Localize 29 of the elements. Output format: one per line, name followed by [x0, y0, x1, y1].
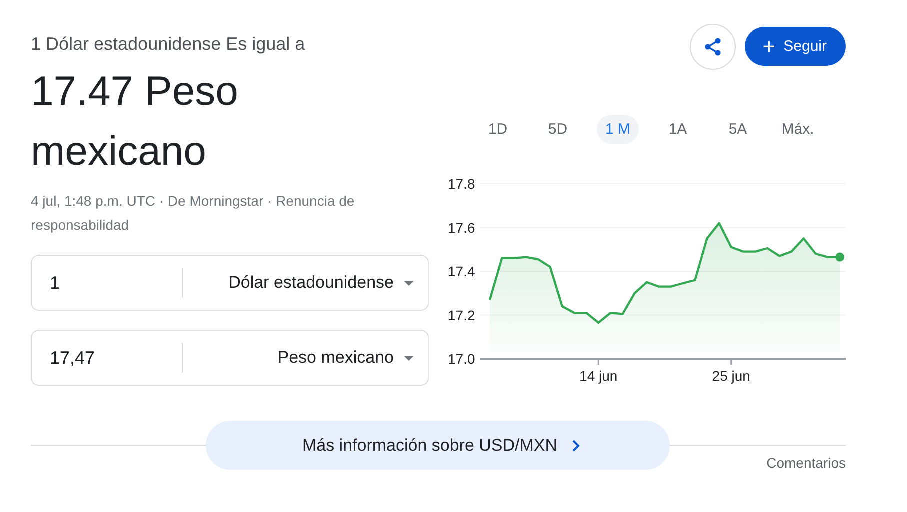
more-info-button[interactable]: Más información sobre USD/MXN [206, 421, 670, 470]
share-icon [704, 38, 721, 56]
amount-field[interactable]: 1 [50, 272, 182, 294]
axis-label: 25 jun [712, 368, 750, 384]
axis-label: 14 jun [580, 368, 618, 384]
subtitle: 1 Dólar estadounidense Es igual a [31, 33, 306, 55]
caret-icon [404, 356, 414, 360]
currency-dropdown[interactable]: Peso mexicano [183, 348, 414, 368]
axis-label: 17.2 [448, 307, 476, 324]
range-tab[interactable]: 1A [648, 114, 708, 144]
conversion-result: 17.47 Peso [31, 67, 238, 116]
currency-dropdown[interactable]: Dólar estadounidense [183, 273, 414, 293]
range-tab[interactable]: 5D [528, 114, 588, 144]
feedback-link[interactable]: Comentarios [766, 455, 846, 471]
axis-label: 17.4 [448, 264, 476, 280]
current-point [836, 252, 844, 262]
range-tab[interactable]: 5A [708, 114, 768, 144]
chevron-right-icon [572, 440, 580, 452]
range-tab[interactable]: Máx. [768, 114, 828, 144]
share-button[interactable] [690, 24, 736, 70]
caret-icon [404, 280, 414, 286]
source-note: 4 jul, 1:48 p.m. UTC · De Morningstar · Renuncia de responsabilidad [31, 192, 356, 235]
axis-label: 17.6 [448, 220, 476, 236]
follow-button[interactable]: + Seguir [744, 27, 846, 66]
conversion-result: mexicano [31, 127, 206, 176]
axis-label: 17.8 [448, 176, 476, 192]
amount-field[interactable]: 17,47 [50, 348, 182, 368]
range-tab[interactable]: 1D [468, 114, 528, 144]
axis-label: 17.0 [448, 351, 476, 367]
